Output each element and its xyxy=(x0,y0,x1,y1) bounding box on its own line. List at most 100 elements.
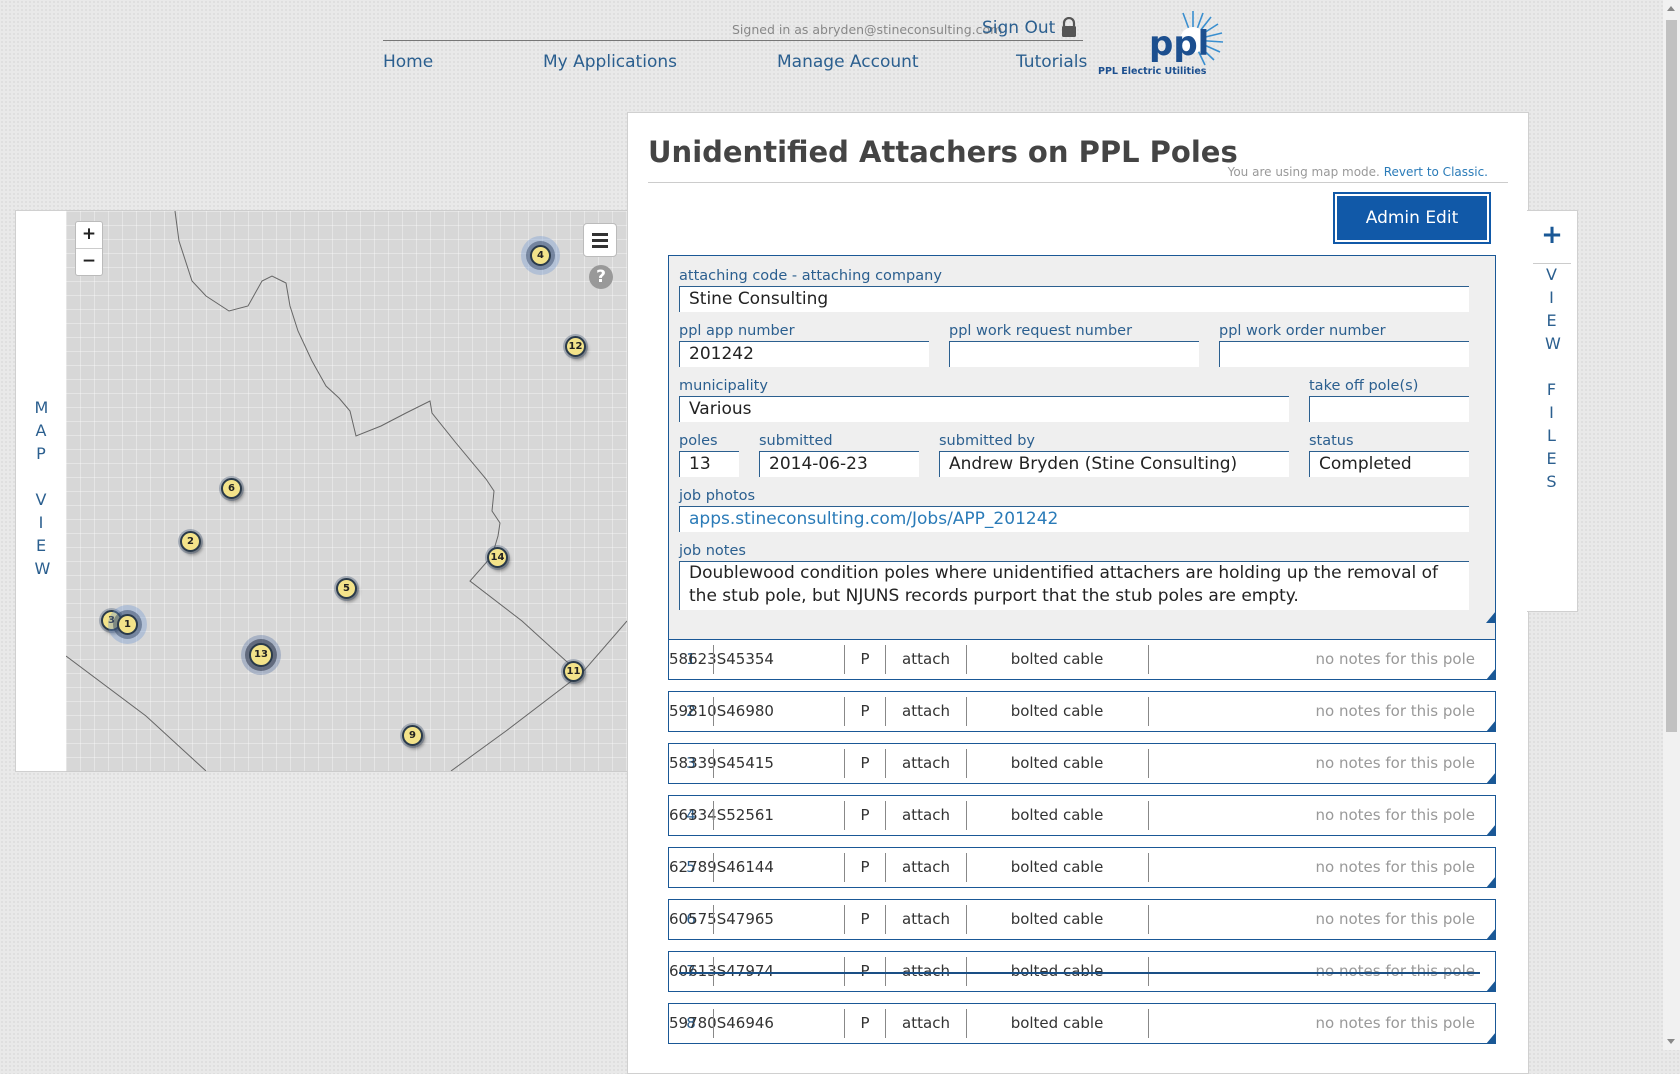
map-marker[interactable]: 12 xyxy=(565,336,586,357)
pole-action: attach xyxy=(902,858,950,876)
map-marker[interactable]: 2 xyxy=(180,531,201,552)
nav-home[interactable]: Home xyxy=(383,52,433,72)
field-label: take off pole(s) xyxy=(1309,378,1419,394)
logo-subtitle: PPL Electric Utilities xyxy=(1098,66,1207,77)
header-rule xyxy=(383,40,1083,41)
column-divider xyxy=(1148,853,1149,882)
app-number-field: ppl app number 201242 xyxy=(679,323,929,367)
map-marker[interactable]: 5 xyxy=(336,578,357,599)
attachment-type: bolted cable xyxy=(1010,806,1104,824)
map-marker[interactable]: 13 xyxy=(249,643,273,667)
sign-out-link[interactable]: Sign Out xyxy=(982,18,1055,38)
view-files-tab[interactable]: + VIEW FILES xyxy=(1527,210,1578,612)
field-label: job notes xyxy=(679,543,746,559)
pole-action: attach xyxy=(902,910,950,928)
revert-to-classic-link[interactable]: Revert to Classic. xyxy=(1384,165,1488,179)
pole-action: attach xyxy=(902,806,950,824)
column-divider xyxy=(844,697,845,726)
pole-row[interactable]: 7 60613S47974 Pattach bolted cable no notes … xyxy=(668,951,1496,992)
column-divider xyxy=(844,749,845,778)
pole-notes: no notes for this pole xyxy=(1315,1014,1475,1032)
lock-icon xyxy=(1062,17,1076,37)
pole-row[interactable]: 8 59780S46946 Pattach bolted cable no notes … xyxy=(668,1003,1496,1044)
pole-notes: no notes for this pole xyxy=(1315,754,1475,772)
job-photos-field: job photos apps.stineconsulting.com/Jobs… xyxy=(679,488,1469,532)
map-marker[interactable]: 14 xyxy=(487,547,508,568)
pole-row[interactable]: 4 66334S52561 Pattach bolted cable no notes … xyxy=(668,795,1496,836)
files-tab-word-view: VIEW xyxy=(1545,265,1562,353)
column-divider xyxy=(966,801,967,830)
map-marker[interactable]: 11 xyxy=(563,661,584,682)
attaching-code-field: attaching code - attaching company Stine… xyxy=(679,268,1469,312)
pole-notes: no notes for this pole xyxy=(1315,806,1475,824)
field-value: Stine Consulting xyxy=(679,286,1469,312)
map-tab-word-view: VIEW xyxy=(34,490,52,578)
column-divider xyxy=(713,697,714,726)
map-marker[interactable]: 4 xyxy=(530,245,551,266)
page-scrollbar[interactable] xyxy=(1663,0,1680,1050)
zoom-in-button[interactable]: + xyxy=(76,222,102,249)
job-photos-link[interactable]: apps.stineconsulting.com/Jobs/APP_201242 xyxy=(689,509,1058,529)
pole-notes: no notes for this pole xyxy=(1315,962,1475,980)
map-marker[interactable]: 1 xyxy=(117,614,138,635)
column-divider xyxy=(966,749,967,778)
pole-id-link: 59780S46946 xyxy=(669,1014,774,1032)
admin-edit-button[interactable]: Admin Edit xyxy=(1333,192,1491,244)
pole-row[interactable]: 5 62789S46144 Pattach bolted cable no notes … xyxy=(668,847,1496,888)
map-canvas[interactable]: + − ? 4 12 6 2 14 5 3 1 13 11 9 xyxy=(66,210,627,772)
map-marker[interactable]: 9 xyxy=(402,725,423,746)
pole-row[interactable]: 6 60575S47965 Pattach bolted cable no notes … xyxy=(668,899,1496,940)
field-value xyxy=(1219,341,1469,367)
attachment-type: bolted cable xyxy=(1010,754,1104,772)
pole-notes: no notes for this pole xyxy=(1315,702,1475,720)
attachment-type: bolted cable xyxy=(1010,910,1104,928)
field-value: 201242 xyxy=(679,341,929,367)
column-divider xyxy=(713,645,714,674)
page-title: Unidentified Attachers on PPL Poles xyxy=(648,135,1238,169)
column-divider xyxy=(966,957,967,986)
column-divider xyxy=(844,801,845,830)
nav-manage-account[interactable]: Manage Account xyxy=(777,52,919,72)
zoom-out-button[interactable]: − xyxy=(76,249,102,275)
field-value: Completed xyxy=(1309,451,1469,477)
layers-menu-icon[interactable] xyxy=(583,223,617,257)
scroll-up-arrow-icon[interactable] xyxy=(1667,6,1675,11)
pole-notes: no notes for this pole xyxy=(1315,910,1475,928)
scroll-down-arrow-icon[interactable] xyxy=(1667,1039,1675,1044)
column-divider xyxy=(1148,645,1149,674)
field-label: attaching code - attaching company xyxy=(679,268,942,284)
column-divider xyxy=(713,957,714,986)
column-divider xyxy=(1148,905,1149,934)
column-divider xyxy=(885,801,886,830)
pole-id-link: 66334S52561 xyxy=(669,806,774,824)
add-file-icon[interactable]: + xyxy=(1527,222,1577,248)
help-icon[interactable]: ? xyxy=(589,265,613,289)
column-divider xyxy=(844,905,845,934)
pole-row[interactable]: 3 58339S45415 Pattach bolted cable no notes … xyxy=(668,743,1496,784)
nav-tutorials[interactable]: Tutorials xyxy=(1016,52,1087,72)
column-divider xyxy=(713,1009,714,1038)
field-value: Doublewood condition poles where unident… xyxy=(679,561,1469,610)
zoom-control: + − xyxy=(75,221,103,276)
pole-row[interactable]: 2 59810S46980 Pattach bolted cable no notes … xyxy=(668,691,1496,732)
scrollbar-thumb[interactable] xyxy=(1666,20,1677,732)
pole-type: P xyxy=(860,806,870,824)
pole-id-link: 60575S47965 xyxy=(669,910,774,928)
map-tab-label-view: VIEW xyxy=(16,488,67,580)
map-view-tab[interactable]: MAP VIEW xyxy=(15,210,67,772)
pole-row[interactable]: 1 58623S45354 Pattach bolted cable no notes … xyxy=(668,639,1496,680)
column-divider xyxy=(713,801,714,830)
submitted-field: submitted 2014-06-23 xyxy=(759,433,919,477)
column-divider xyxy=(885,697,886,726)
submitted-by-field: submitted by Andrew Bryden (Stine Consul… xyxy=(939,433,1289,477)
column-divider xyxy=(885,853,886,882)
take-off-poles-field: take off pole(s) xyxy=(1309,378,1469,422)
column-divider xyxy=(885,645,886,674)
column-divider xyxy=(966,697,967,726)
pole-type: P xyxy=(860,702,870,720)
column-divider xyxy=(844,853,845,882)
poles-field: poles 13 xyxy=(679,433,739,477)
nav-my-applications[interactable]: My Applications xyxy=(543,52,677,72)
pole-type: P xyxy=(860,650,870,668)
map-marker[interactable]: 6 xyxy=(221,478,242,499)
